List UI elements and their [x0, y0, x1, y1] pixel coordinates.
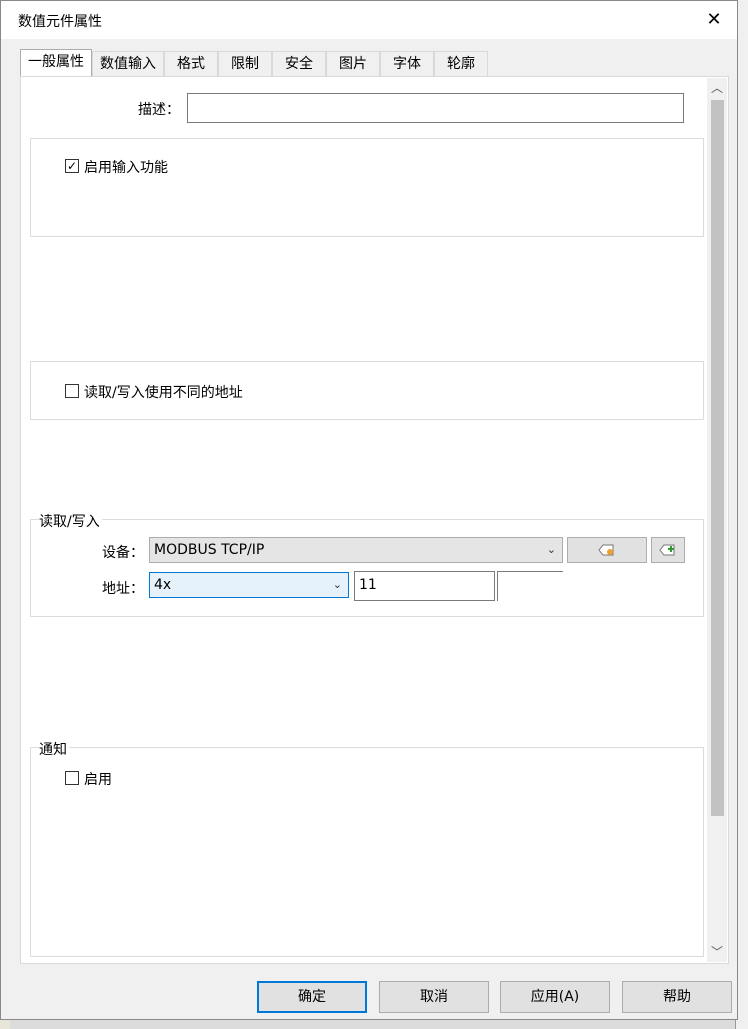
address-extra-field[interactable]	[497, 571, 563, 601]
enable-input-checkbox[interactable]: ✓	[65, 159, 79, 173]
tab-picture[interactable]: 图片	[326, 51, 380, 76]
add-tag-button[interactable]	[651, 537, 685, 563]
notify-legend: 通知	[39, 739, 69, 759]
diff-address-checkbox[interactable]	[65, 384, 79, 398]
diff-address-label: 读取/写入使用不同的地址	[84, 385, 243, 401]
general-properties-panel: 描述： ✓ 启用输入功能 读取/写入使用不同的地址 读取/写入 设备： MODB…	[20, 76, 729, 964]
tab-limits[interactable]: 限制	[218, 51, 272, 76]
chevron-down-icon: ⌄	[546, 543, 556, 556]
tab-numeric-input[interactable]: 数值输入	[92, 51, 164, 76]
scroll-up-icon[interactable]: ︿	[707, 78, 727, 98]
dialog-title: 数值元件属性	[18, 14, 102, 30]
tab-security[interactable]: 安全	[272, 51, 326, 76]
address-type-select[interactable]: 4x ⌄	[149, 572, 349, 598]
notify-group	[30, 747, 704, 957]
add-tag-icon	[659, 544, 675, 556]
vertical-scrollbar[interactable]: ︿ ﹀	[707, 78, 727, 962]
device-select-value: MODBUS TCP/IP	[154, 542, 265, 558]
tab-format[interactable]: 格式	[164, 51, 218, 76]
tag-settings-icon	[598, 544, 614, 556]
readwrite-legend: 读取/写入	[39, 511, 102, 531]
tab-font[interactable]: 字体	[380, 51, 434, 76]
device-label: 设备：	[102, 545, 144, 561]
scroll-down-icon[interactable]: ﹀	[707, 942, 727, 962]
description-label: 描述：	[138, 102, 180, 118]
numeric-element-properties-dialog: 数值元件属性 ✕ 一般属性 数值输入 格式 限制 安全 图片 字体 轮廓 描述：…	[0, 0, 738, 1020]
apply-button[interactable]: 应用(A)	[500, 981, 610, 1013]
enable-input-label: 启用输入功能	[84, 160, 168, 176]
address-type-value: 4x	[154, 577, 172, 593]
chevron-down-icon: ⌄	[332, 578, 342, 591]
help-button[interactable]: 帮助	[622, 981, 732, 1013]
enable-input-group	[30, 138, 704, 237]
cancel-button[interactable]: 取消	[379, 981, 489, 1013]
title-bar: 数值元件属性 ✕	[1, 1, 737, 39]
address-input[interactable]: 11	[354, 571, 495, 601]
description-input[interactable]	[187, 93, 684, 123]
ok-button[interactable]: 确定	[257, 981, 367, 1013]
scrollbar-thumb[interactable]	[711, 100, 724, 816]
device-select[interactable]: MODBUS TCP/IP ⌄	[149, 537, 563, 563]
close-icon[interactable]: ✕	[699, 5, 729, 35]
notify-enable-label: 启用	[84, 772, 112, 788]
readwrite-group	[30, 519, 704, 617]
tab-outline[interactable]: 轮廓	[434, 51, 488, 76]
tab-general[interactable]: 一般属性	[20, 49, 92, 77]
notify-enable-checkbox[interactable]	[65, 771, 79, 785]
tag-settings-button[interactable]	[567, 537, 647, 563]
address-label: 地址：	[102, 581, 144, 597]
